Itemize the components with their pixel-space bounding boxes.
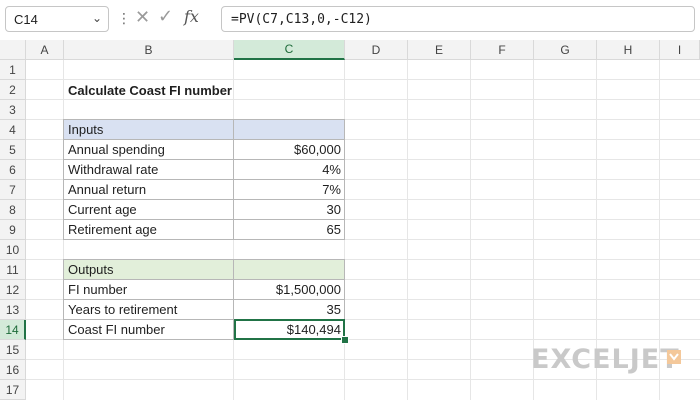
- logo-mark-icon: [667, 350, 681, 364]
- output-value-cell[interactable]: 35: [233, 299, 345, 320]
- row-header-6[interactable]: 6: [0, 160, 26, 180]
- column-header-b[interactable]: B: [64, 40, 234, 60]
- cancel-icon[interactable]: ✕: [135, 7, 150, 28]
- input-label-cell[interactable]: Annual return: [63, 179, 234, 200]
- outputs-header-blank-cell[interactable]: [233, 259, 345, 280]
- row-header-14[interactable]: 14: [0, 320, 26, 340]
- row-header-10[interactable]: 10: [0, 240, 26, 260]
- row-header-4[interactable]: 4: [0, 120, 26, 140]
- input-label-cell[interactable]: Current age: [63, 199, 234, 220]
- formula-text: =PV(C7,C13,0,-C12): [231, 11, 372, 27]
- row-header-15[interactable]: 15: [0, 340, 26, 360]
- row-header-3[interactable]: 3: [0, 100, 26, 120]
- column-header-g[interactable]: G: [534, 40, 597, 60]
- output-value-cell[interactable]: $1,500,000: [233, 279, 345, 300]
- output-label-cell[interactable]: FI number: [63, 279, 234, 300]
- selected-cell-c14[interactable]: $140,494: [233, 319, 345, 340]
- chevron-down-icon[interactable]: ⌄: [92, 11, 102, 25]
- gridline: [407, 60, 408, 400]
- row-header-12[interactable]: 12: [0, 280, 26, 300]
- row-header-8[interactable]: 8: [0, 200, 26, 220]
- insert-function-icon[interactable]: fx: [184, 7, 199, 26]
- row-header-11[interactable]: 11: [0, 260, 26, 280]
- input-value-cell[interactable]: $60,000: [233, 139, 345, 160]
- column-header-c[interactable]: C: [234, 40, 345, 60]
- input-label-cell[interactable]: Annual spending: [63, 139, 234, 160]
- enter-icon[interactable]: ✓: [158, 6, 173, 27]
- output-label-cell[interactable]: Years to retirement: [63, 299, 234, 320]
- row-header-1[interactable]: 1: [0, 60, 26, 80]
- input-label-cell[interactable]: Retirement age: [63, 219, 234, 240]
- input-value-cell[interactable]: 4%: [233, 159, 345, 180]
- column-header-f[interactable]: F: [471, 40, 534, 60]
- column-header-i[interactable]: I: [660, 40, 700, 60]
- sheet-title[interactable]: Calculate Coast FI number: [64, 80, 264, 100]
- fill-handle[interactable]: [341, 336, 349, 344]
- outputs-header-cell[interactable]: Outputs: [63, 259, 234, 280]
- row-header-17[interactable]: 17: [0, 380, 26, 400]
- column-header-h[interactable]: H: [597, 40, 660, 60]
- formula-input[interactable]: =PV(C7,C13,0,-C12): [221, 6, 695, 32]
- more-options-icon[interactable]: ⋮: [117, 10, 131, 27]
- column-header-e[interactable]: E: [408, 40, 471, 60]
- input-value-cell[interactable]: 7%: [233, 179, 345, 200]
- row-header-5[interactable]: 5: [0, 140, 26, 160]
- column-header-d[interactable]: D: [345, 40, 408, 60]
- row-header-9[interactable]: 9: [0, 220, 26, 240]
- row-header-13[interactable]: 13: [0, 300, 26, 320]
- name-box[interactable]: C14 ⌄: [5, 6, 109, 32]
- row-header-16[interactable]: 16: [0, 360, 26, 380]
- input-value-cell[interactable]: 30: [233, 199, 345, 220]
- column-header-a[interactable]: A: [26, 40, 64, 60]
- input-label-cell[interactable]: Withdrawal rate: [63, 159, 234, 180]
- name-box-value: C14: [14, 11, 38, 27]
- gridline: [470, 60, 471, 400]
- select-all-corner[interactable]: [0, 40, 26, 60]
- exceljet-logo: EXCELJET: [531, 344, 680, 375]
- inputs-header-blank-cell[interactable]: [233, 119, 345, 140]
- input-value-cell[interactable]: 65: [233, 219, 345, 240]
- formula-bar: C14 ⌄ ⋮ ✕ ✓ fx =PV(C7,C13,0,-C12): [0, 0, 700, 41]
- row-header-2[interactable]: 2: [0, 80, 26, 100]
- row-header-7[interactable]: 7: [0, 180, 26, 200]
- gridline: [26, 379, 700, 380]
- output-label-cell[interactable]: Coast FI number: [63, 319, 234, 340]
- inputs-header-cell[interactable]: Inputs: [63, 119, 234, 140]
